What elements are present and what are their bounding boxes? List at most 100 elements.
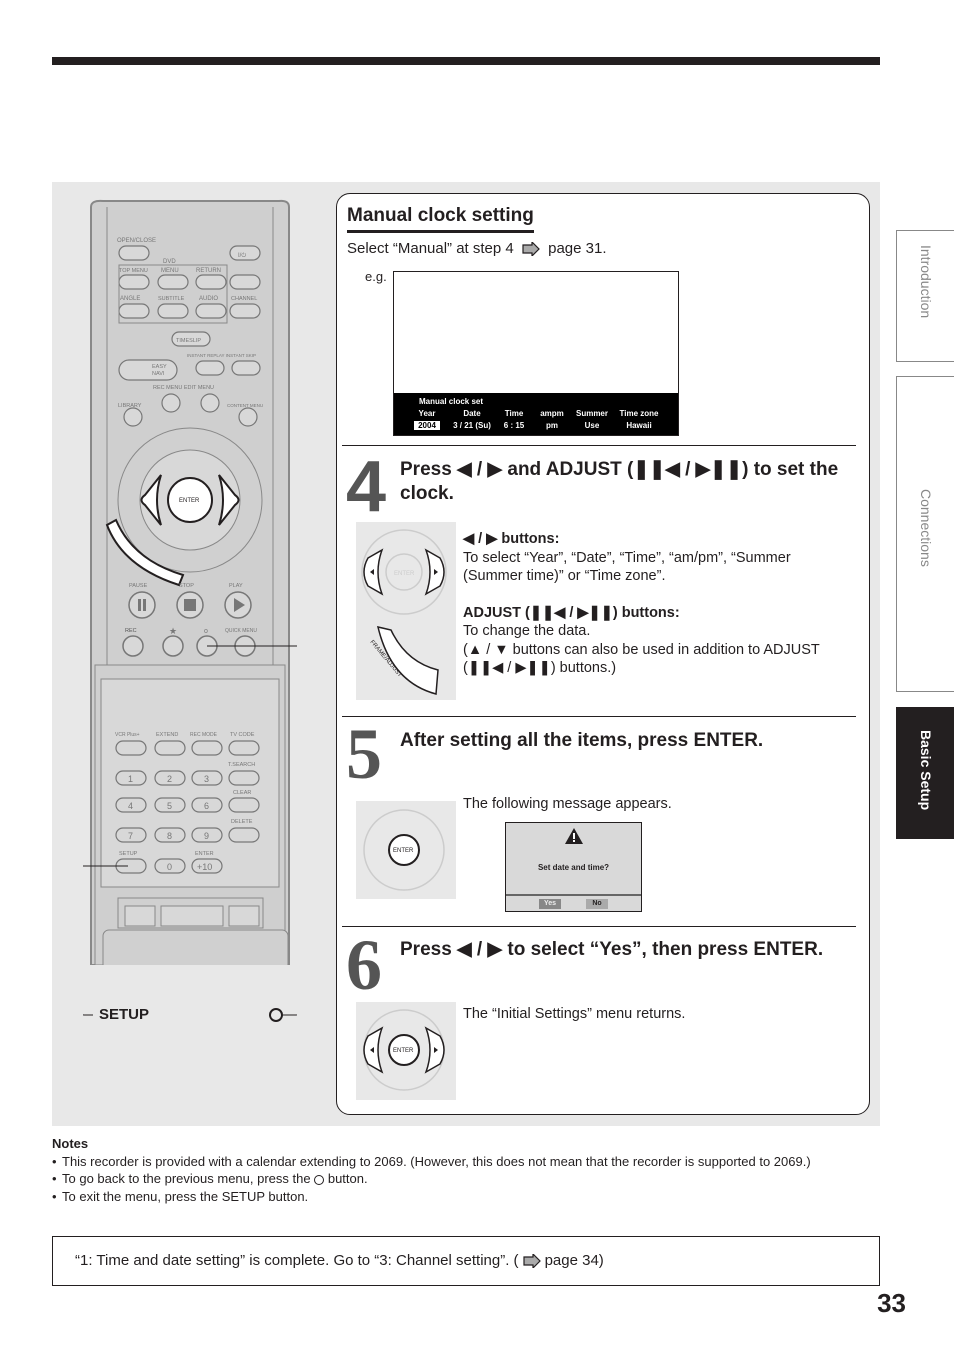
- svg-text:INSTANT REPLAY INSTANT SKIP: INSTANT REPLAY INSTANT SKIP: [187, 353, 256, 358]
- completion-page-link[interactable]: page 34): [545, 1252, 604, 1269]
- dpad-enter-drawing: ENTER: [363, 809, 445, 891]
- svg-text:3: 3: [204, 774, 209, 784]
- svg-text:+10: +10: [197, 862, 212, 872]
- circle-button-icon: [314, 1174, 325, 1185]
- step-4-title: Press ◀ / ▶ and ADJUST (❚❚◀ / ▶❚❚) to se…: [400, 459, 839, 504]
- warning-icon: [565, 828, 583, 844]
- completion-text: “1: Time and date setting” is complete. …: [75, 1252, 519, 1269]
- svg-text:★: ★: [169, 626, 177, 636]
- tab-introduction[interactable]: Introduction: [896, 230, 954, 362]
- svg-text:CLEAR: CLEAR: [233, 790, 251, 796]
- clock-value-timezone[interactable]: Hawaii: [614, 421, 664, 430]
- clock-value-summer[interactable]: Use: [567, 421, 617, 430]
- svg-text:ENTER: ENTER: [179, 498, 200, 504]
- svg-text:ENTER: ENTER: [393, 848, 414, 854]
- note-item: To go back to the previous menu, press t…: [52, 1170, 882, 1188]
- page-ref-arrow-icon: [522, 1254, 541, 1269]
- dpad-frame-adjust-drawing: ENTER FRAME/ADJUST: [361, 529, 447, 695]
- completion-box: “1: Time and date setting” is complete. …: [52, 1236, 880, 1286]
- svg-text:EXTEND: EXTEND: [156, 732, 178, 738]
- step-4-illustration: ENTER FRAME/ADJUST: [356, 522, 456, 700]
- svg-text:REC: REC: [125, 628, 137, 634]
- step-6-title: Press ◀ / ▶ to select “Yes”, then press …: [400, 939, 824, 960]
- tab-connections[interactable]: Connections: [896, 376, 954, 692]
- svg-text:STOP: STOP: [179, 583, 194, 589]
- remote-label-open-close: OPEN/CLOSE: [117, 238, 156, 244]
- svg-text:2: 2: [167, 774, 172, 784]
- svg-text:ENTER: ENTER: [195, 851, 214, 857]
- svg-text:I/⏻: I/⏻: [238, 252, 246, 259]
- clock-value-year[interactable]: 2004: [414, 421, 440, 430]
- note-item: To exit the menu, press the SETUP button…: [52, 1188, 882, 1206]
- dialog-message: Set date and time?: [537, 863, 610, 872]
- svg-text:MENU: MENU: [161, 268, 179, 274]
- header-rule: [52, 57, 880, 65]
- remote-control-drawing: OPEN/CLOSE DVD TOP MENU MENU RETURN ANGL…: [77, 195, 304, 1080]
- svg-text:TOP MENU: TOP MENU: [119, 268, 148, 274]
- setup-callout-label: SETUP: [99, 1006, 150, 1023]
- note-text: To go back to the previous menu, press t…: [62, 1171, 311, 1186]
- step-6-number: 6: [346, 925, 382, 1005]
- notes-heading: Notes: [52, 1136, 89, 1151]
- svg-text:TV CODE: TV CODE: [230, 732, 255, 738]
- lr-buttons-heading: ◀ / ▶ buttons:: [463, 531, 560, 547]
- svg-text:EASY: EASY: [152, 364, 167, 370]
- notes-list: This recorder is provided with a calenda…: [52, 1153, 882, 1206]
- svg-text:RETURN: RETURN: [196, 268, 221, 274]
- subtitle-text: Select “Manual” at step 4: [347, 240, 514, 257]
- svg-text:REC MENU EDIT MENU: REC MENU EDIT MENU: [153, 385, 214, 391]
- svg-text:PAUSE: PAUSE: [129, 583, 148, 589]
- step-6-text: The “Initial Settings” menu returns.: [463, 1006, 686, 1022]
- dpad-lr-enter-drawing: ENTER: [363, 1009, 445, 1091]
- example-label: e.g.: [365, 269, 387, 284]
- section-subtitle: Select “Manual” at step 4 page 31.: [347, 240, 607, 257]
- adjust-buttons-text: To change the data.: [463, 623, 591, 639]
- step-4-number: 4: [346, 447, 387, 527]
- step-divider: [342, 445, 856, 446]
- svg-text:CHANNEL: CHANNEL: [231, 296, 257, 302]
- clock-set-bar: Manual clock set Year Date Time ampm Sum…: [394, 393, 678, 435]
- page-ref-arrow-icon: [522, 242, 540, 257]
- svg-text:6: 6: [204, 801, 209, 811]
- circle-button-callout-icon: [269, 1008, 283, 1022]
- confirm-dialog: Set date and time? Yes No: [505, 822, 642, 912]
- svg-text:SETUP: SETUP: [119, 851, 138, 857]
- dialog-yes-button[interactable]: Yes: [539, 899, 561, 909]
- step-5-number: 5: [346, 714, 382, 794]
- svg-text:9: 9: [204, 831, 209, 841]
- svg-text:T.SEARCH: T.SEARCH: [228, 762, 255, 768]
- remote-illustration: OPEN/CLOSE DVD TOP MENU MENU RETURN ANGL…: [77, 195, 304, 1080]
- tv-screen-example: Manual clock set Year Date Time ampm Sum…: [393, 271, 679, 436]
- svg-text:AUDIO: AUDIO: [199, 296, 218, 302]
- step-5-title: After setting all the items, press ENTER…: [400, 730, 764, 751]
- svg-text:VCR Plus+: VCR Plus+: [115, 732, 140, 738]
- tab-basic-setup-label: Basic Setup: [918, 730, 934, 811]
- step-4-body: ◀ / ▶ buttons: To select “Year”, “Date”,…: [463, 530, 853, 678]
- step-6-illustration: ENTER: [356, 1002, 456, 1100]
- svg-text:ANGLE: ANGLE: [120, 296, 140, 302]
- svg-text:0: 0: [167, 862, 172, 872]
- svg-text:1: 1: [128, 774, 133, 784]
- note-item: This recorder is provided with a calenda…: [52, 1153, 882, 1171]
- svg-text:DVD: DVD: [163, 259, 176, 265]
- svg-text:LIBRARY: LIBRARY: [118, 403, 142, 409]
- svg-text:CONTENT MENU: CONTENT MENU: [227, 403, 263, 408]
- svg-text:8: 8: [167, 831, 172, 841]
- svg-text:QUICK MENU: QUICK MENU: [225, 628, 257, 634]
- subtitle-page-link[interactable]: page 31.: [548, 240, 606, 257]
- notes-section: Notes This recorder is provided with a c…: [52, 1135, 882, 1205]
- dialog-no-button[interactable]: No: [586, 899, 608, 909]
- page-number: 33: [877, 1288, 906, 1318]
- note-text-suffix: button.: [327, 1171, 368, 1186]
- svg-text:ENTER: ENTER: [393, 1048, 414, 1054]
- tab-introduction-label: Introduction: [918, 245, 934, 319]
- lr-buttons-text: To select “Year”, “Date”, “Time”, “am/pm…: [463, 549, 791, 585]
- svg-text:REC MODE: REC MODE: [190, 732, 218, 738]
- adjust-buttons-note: (▲ / ▼ buttons can also be used in addit…: [463, 641, 820, 677]
- step-5-text: The following message appears.: [463, 796, 672, 812]
- step-divider: [342, 926, 856, 927]
- svg-text:SUBTITLE: SUBTITLE: [158, 296, 185, 302]
- tab-basic-setup[interactable]: Basic Setup: [896, 707, 954, 839]
- section-title: Manual clock setting: [347, 205, 534, 233]
- svg-text:5: 5: [167, 801, 172, 811]
